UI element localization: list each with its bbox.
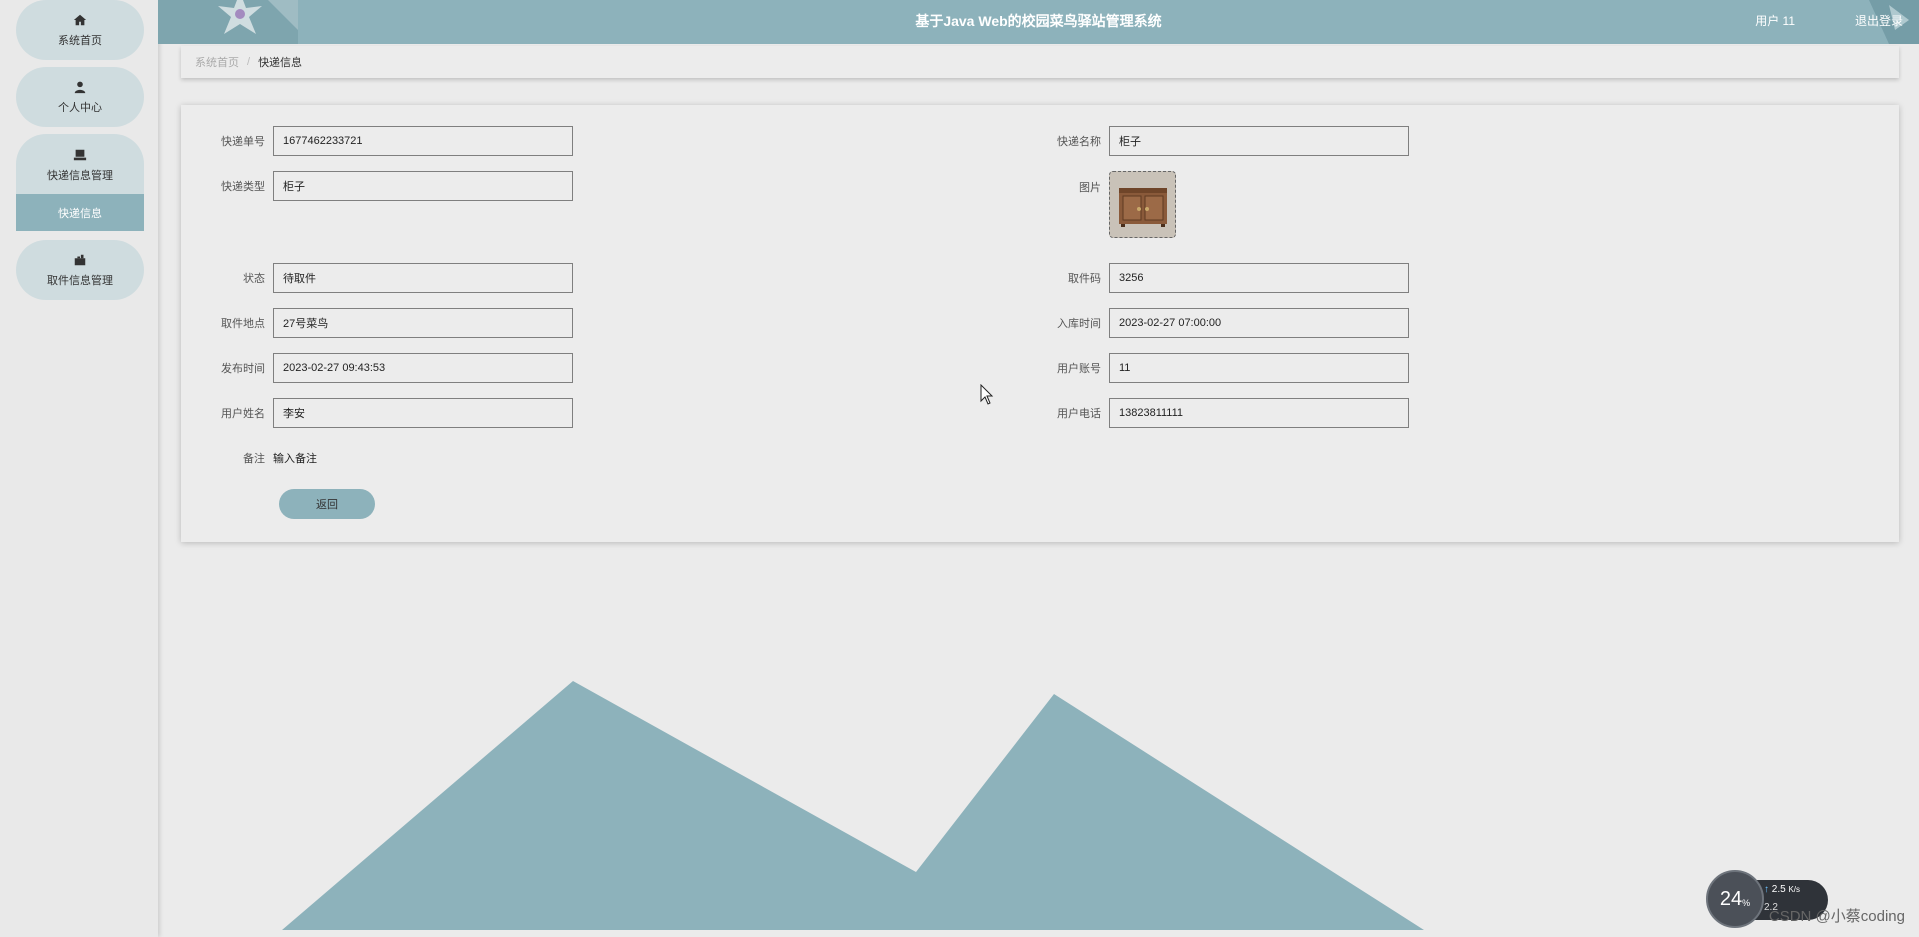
express-name-input[interactable] [1109, 126, 1409, 156]
field-pickup-code: 取件码 [1017, 263, 1409, 293]
sidebar-subitem-label: 快递信息 [58, 207, 102, 220]
sidebar-item-label: 个人中心 [58, 101, 102, 114]
cabinet-image-icon [1118, 187, 1167, 227]
field-label: 状态 [243, 273, 265, 285]
briefcase-icon [74, 254, 86, 265]
field-user-phone: 用户电话 [1017, 398, 1409, 428]
sidebar-item-label: 系统首页 [58, 34, 102, 47]
watermark: CSDN @小蔡coding [1768, 908, 1905, 925]
user-name-input[interactable] [273, 398, 573, 428]
breadcrumb-current: 快递信息 [258, 57, 303, 69]
field-label: 用户电话 [1057, 408, 1101, 420]
top-header: 基于Java Web的校园菜鸟驿站管理系统 用户 11 退出登录 [158, 0, 1919, 44]
field-label: 入库时间 [1057, 318, 1101, 330]
upload-speed-unit: K/s [1788, 885, 1801, 894]
pickup-code-input[interactable] [1109, 263, 1409, 293]
field-label: 用户账号 [1057, 363, 1101, 375]
breadcrumb-home-link[interactable]: 系统首页 [195, 54, 239, 70]
field-label: 快递单号 [221, 136, 265, 148]
breadcrumb: 系统首页 / 快递信息 [181, 46, 1899, 78]
sidebar-item-pickup-management[interactable]: 取件信息管理 [16, 240, 144, 300]
upload-speed-value: 2.5 [1771, 884, 1786, 895]
field-publish-time: 发布时间 [181, 353, 573, 383]
stock-time-input[interactable] [1109, 308, 1409, 338]
express-type-input[interactable] [273, 171, 573, 201]
status-input[interactable] [273, 263, 573, 293]
sidebar-item-personal-center[interactable]: 个人中心 [16, 67, 144, 127]
field-express-type: 快递类型 [181, 171, 573, 201]
field-user-account: 用户账号 [1017, 353, 1409, 383]
field-pickup-location: 取件地点 [181, 308, 573, 338]
pickup-location-input[interactable] [273, 308, 573, 338]
upload-speed: ↑ 2.5 K/s [1764, 884, 1800, 895]
user-phone-input[interactable] [1109, 398, 1409, 428]
back-button[interactable]: 返回 [279, 489, 375, 519]
user-account-input[interactable] [1109, 353, 1409, 383]
cpu-percent-sign: % [1742, 898, 1751, 908]
app-title: 基于Java Web的校园菜鸟驿站管理系统 [915, 13, 1162, 29]
sidebar-item-express-management[interactable]: 快递信息管理 [16, 134, 144, 196]
express-image-thumbnail[interactable] [1109, 171, 1176, 238]
cpu-percent-value: 24 [1719, 887, 1743, 910]
field-label: 快递名称 [1057, 136, 1101, 148]
field-user-name: 用户姓名 [181, 398, 573, 428]
user-icon [74, 81, 86, 93]
field-express-no: 快递单号 [181, 126, 573, 156]
sidebar-item-label: 取件信息管理 [47, 274, 113, 287]
publish-time-input[interactable] [273, 353, 573, 383]
note-value: 输入备注 [273, 453, 317, 465]
express-no-input[interactable] [273, 126, 573, 156]
sidebar-item-label: 快递信息管理 [47, 169, 113, 182]
breadcrumb-separator: / [247, 56, 251, 68]
sidebar-item-home[interactable]: 系统首页 [16, 0, 144, 60]
field-image: 图片 [1017, 171, 1176, 238]
cpu-usage-gauge: 24% [1706, 870, 1764, 928]
sidebar-subitem-express-info[interactable]: 快递信息 [16, 194, 144, 231]
field-status: 状态 [181, 263, 573, 293]
express-detail-form: 快递单号 快递类型 状态 取件地点 发布时间 用户姓名 备注 输入备注 返回 快… [181, 105, 1899, 542]
field-express-name: 快递名称 [1017, 126, 1409, 156]
field-label: 快递类型 [221, 181, 265, 193]
sidebar: 系统首页 个人中心 快递信息管理 快递信息 取件信息管理 [0, 0, 158, 937]
field-label: 取件地点 [221, 318, 265, 330]
field-label: 备注 [243, 453, 265, 465]
upload-arrow-icon: ↑ [1764, 884, 1769, 895]
field-stock-time: 入库时间 [1017, 308, 1409, 338]
mouse-cursor-icon [980, 384, 994, 405]
field-label: 取件码 [1068, 273, 1101, 285]
logout-link[interactable]: 退出登录 [1855, 0, 1903, 42]
package-icon [73, 149, 87, 160]
field-label: 图片 [1079, 182, 1101, 194]
field-label: 用户姓名 [221, 408, 265, 420]
field-note: 备注 输入备注 [181, 443, 317, 473]
field-label: 发布时间 [221, 363, 265, 375]
home-icon [73, 14, 87, 25]
current-user-label: 用户 11 [1755, 14, 1795, 28]
